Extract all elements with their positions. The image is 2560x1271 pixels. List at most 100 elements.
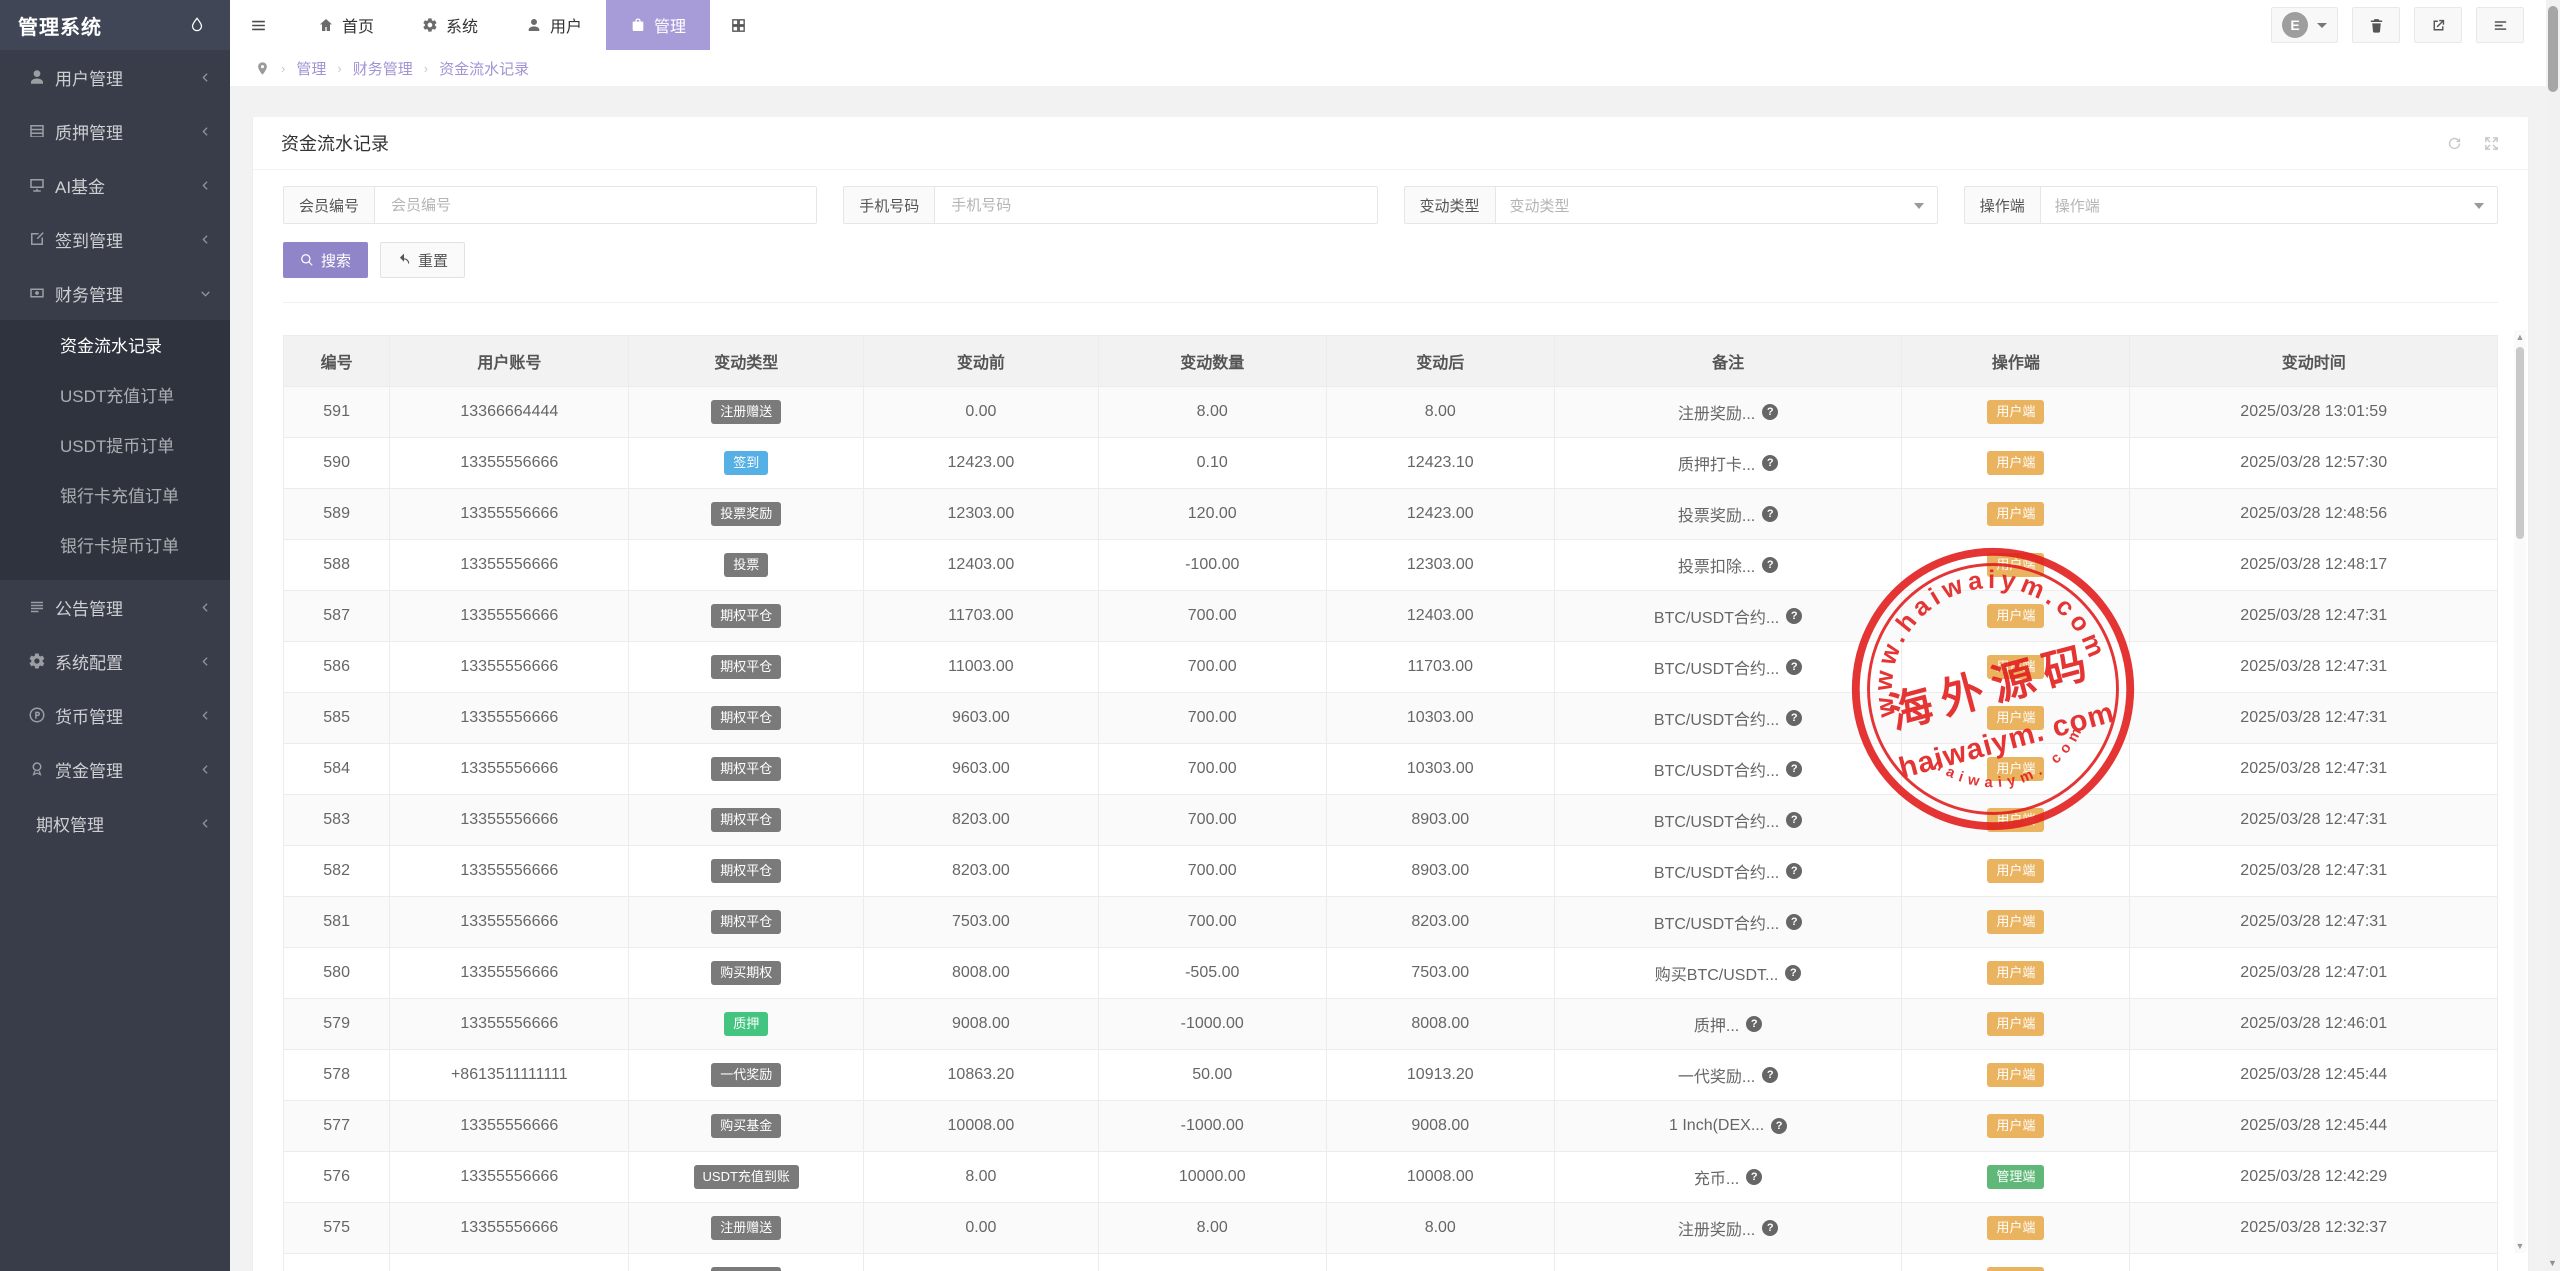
clear-cache-button[interactable] [2352,7,2400,43]
search-button[interactable]: 搜索 [283,242,368,278]
cell-after: 64082.98 [1326,1254,1554,1271]
column-header: 编号 [284,336,390,387]
sidebar-item-bounty[interactable]: 赏金管理 [0,742,230,796]
phone-input[interactable] [949,196,1362,215]
cell-no: 588 [284,540,390,591]
breadcrumb-link[interactable]: 财务管理 [353,58,413,79]
help-icon[interactable]: ? [1786,659,1802,675]
help-icon[interactable]: ? [1786,710,1802,726]
breadcrumb-link[interactable]: 管理 [296,58,326,79]
help-icon[interactable]: ? [1786,761,1802,777]
sidebar-item-users[interactable]: 用户管理 [0,50,230,104]
sidebar-item-signin[interactable]: 签到管理 [0,212,230,266]
column-header: 变动数量 [1098,336,1326,387]
cell-operator: 用户端 [1902,999,2130,1050]
operator-badge: 用户端 [1987,400,2044,424]
cell-no: 583 [284,795,390,846]
member-no-input[interactable] [389,196,802,215]
sidebar-item-currency[interactable]: 货币管理 [0,688,230,742]
scroll-down-icon[interactable]: ▼ [2516,1239,2525,1253]
cell-remark: 一代奖励...? [1554,1050,1902,1101]
sidebar-item-notice[interactable]: 公告管理 [0,580,230,634]
help-icon[interactable]: ? [1762,404,1778,420]
reset-button[interactable]: 重置 [380,242,465,278]
operator-badge: 用户端 [1987,859,2044,883]
sidebar-item-pledge[interactable]: 质押管理 [0,104,230,158]
tab-system[interactable]: 系统 [398,0,502,50]
change-type-select[interactable]: 变动类型 [1495,186,1938,224]
cell-account: 13355556666 [390,438,629,489]
user-menu-button[interactable]: E [2271,7,2338,43]
table-row: 58613355556666期权平仓11003.00700.0011703.00… [284,642,2498,693]
sidebar-subitem-usdt-recharge[interactable]: USDT充值订单 [0,372,230,422]
help-icon[interactable]: ? [1786,812,1802,828]
cell-before: 7503.00 [864,897,1099,948]
help-icon[interactable]: ? [1762,506,1778,522]
open-external-button[interactable] [2414,7,2462,43]
sidebar-item-system-config[interactable]: 系统配置 [0,634,230,688]
sidebar-subitem-bank-withdraw[interactable]: 银行卡提币订单 [0,522,230,572]
page-scrollbar-thumb[interactable] [2548,6,2558,92]
pledge-icon [28,122,46,140]
help-icon[interactable]: ? [1762,455,1778,471]
help-icon[interactable]: ? [1762,1220,1778,1236]
apps-grid-button[interactable] [710,0,767,50]
scroll-up-icon[interactable]: ▲ [2516,330,2525,344]
type-badge: 注册赠送 [711,1216,781,1240]
page-scrollbar[interactable]: ▼ [2546,0,2560,1271]
filter-label: 操作端 [1964,186,2040,224]
tab-manage[interactable]: 管理 [606,0,710,50]
cell-after: 8903.00 [1326,846,1554,897]
sidebar-subitem-usdt-withdraw[interactable]: USDT提币订单 [0,422,230,472]
bounty-icon [28,760,46,778]
cell-no: 581 [284,897,390,948]
table-row: 58213355556666期权平仓8203.00700.008903.00BT… [284,846,2498,897]
operator-badge: 用户端 [1987,910,2044,934]
cell-remark: BTC/USDT合约...? [1554,693,1902,744]
cell-no: 582 [284,846,390,897]
cell-no: 590 [284,438,390,489]
sidebar-item-label: 赏金管理 [55,757,199,782]
cell-time: 2025/03/28 12:47:31 [2130,846,2498,897]
table-scrollbar-thumb[interactable] [2516,347,2524,539]
sidebar-item-ai-fund[interactable]: AI基金 [0,158,230,212]
help-icon[interactable]: ? [1785,965,1801,981]
cell-before: 9603.00 [864,693,1099,744]
cell-type: 注册赠送 [629,387,864,438]
help-icon[interactable]: ? [1771,1118,1787,1134]
operator-select[interactable]: 操作端 [2040,186,2498,224]
help-icon[interactable]: ? [1762,1067,1778,1083]
chevron-left-icon [199,817,212,830]
droplet-logo-icon [188,16,206,34]
operator-badge: 用户端 [1987,1063,2044,1087]
tab-home[interactable]: 首页 [294,0,398,50]
help-icon[interactable]: ? [1786,914,1802,930]
refresh-icon[interactable] [2446,135,2463,152]
help-icon[interactable]: ? [1762,557,1778,573]
help-icon[interactable]: ? [1786,863,1802,879]
cell-before: 10008.00 [864,1101,1099,1152]
type-badge: 购买期权 [711,961,781,985]
column-header: 备注 [1554,336,1902,387]
sidebar-item-label: 公告管理 [55,595,199,620]
menu-list-button[interactable] [2476,7,2524,43]
type-badge: 投票 [724,553,768,577]
tab-label: 用户 [550,13,582,37]
type-badge: 期权平仓 [711,757,781,781]
gear-icon [28,652,46,670]
sidebar-subitem-bank-recharge[interactable]: 银行卡充值订单 [0,472,230,522]
tab-user[interactable]: 用户 [502,0,606,50]
table-scrollbar[interactable]: ▲ ▼ [2514,330,2526,1253]
help-icon[interactable]: ? [1746,1016,1762,1032]
cell-operator: 用户端 [1902,540,2130,591]
sidebar-subitem-fund-flow[interactable]: 资金流水记录 [0,322,230,372]
help-icon[interactable]: ? [1746,1169,1762,1185]
sidebar-item-options[interactable]: 期权管理 [0,796,230,850]
sidebar-toggle-button[interactable] [236,0,280,50]
scroll-down-icon[interactable]: ▼ [2548,1258,2557,1268]
remark-text: 质押打卡... [1678,451,1755,475]
fullscreen-icon[interactable] [2483,135,2500,152]
sidebar-item-finance[interactable]: 财务管理 [0,266,230,320]
help-icon[interactable]: ? [1786,608,1802,624]
breadcrumb-link[interactable]: 资金流水记录 [439,58,529,79]
